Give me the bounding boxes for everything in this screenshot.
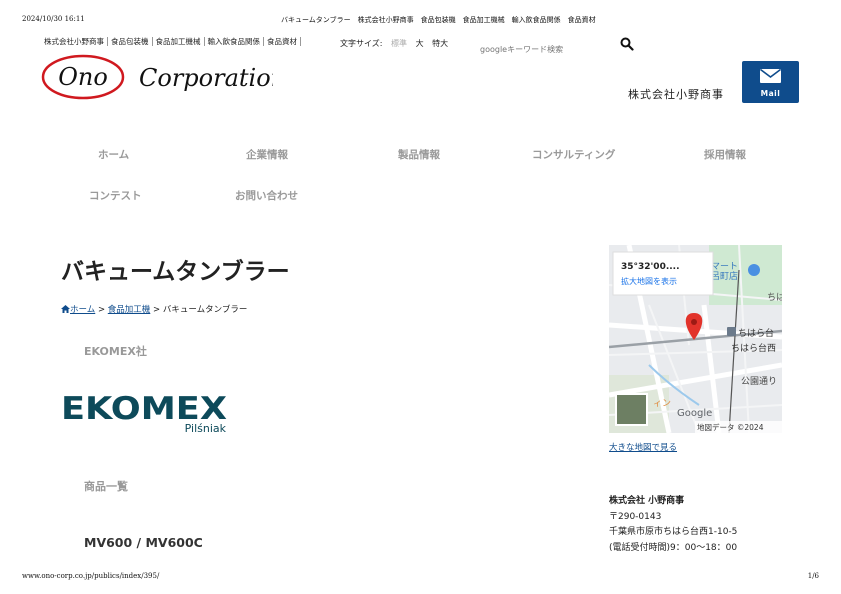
logo-word: Corporation: [139, 64, 273, 92]
search-input[interactable]: [478, 45, 612, 54]
nav-contact[interactable]: お問い合わせ: [235, 188, 298, 203]
top-links: 株式会社小野商事 食品包装機 食品加工機械 輸入飲食品関係 食品資材: [44, 37, 301, 46]
map-info-box: [612, 251, 714, 296]
map-label: ちはら台: [738, 327, 774, 339]
breadcrumb-sep: >: [153, 305, 161, 315]
view-larger-map-link[interactable]: 大きな地図で見る: [609, 441, 677, 453]
map-canvas[interactable]: マート 呂町店 ちは ちはら台 ちはら台西 公園通り ィン Google 地図デ…: [609, 245, 782, 433]
map-satellite-toggle[interactable]: [615, 393, 648, 426]
mail-label: Mail: [760, 89, 781, 98]
product-name[interactable]: MV600 / MV600C: [84, 535, 203, 550]
address-postal: 〒290-0143: [609, 511, 662, 522]
map-label: ィン: [653, 399, 671, 409]
page-title: バキュームタンブラー: [61, 259, 290, 285]
breadcrumb: ホーム > 食品加工機 > バキュームタンブラー: [61, 303, 247, 315]
print-url: www.ono-corp.co.jp/publics/index/395/: [22, 572, 160, 580]
address-block: 株式会社 小野商事 〒290-0143 千葉県市原市ちはら台西1-10-5 (電…: [609, 494, 737, 556]
font-size-switcher: 文字サイズ: 標準 大 特大: [340, 38, 448, 49]
map-enlarge-link[interactable]: 拡大地図を表示: [621, 276, 677, 286]
breadcrumb-sep: >: [97, 305, 106, 315]
product-list-heading: 商品一覧: [84, 480, 128, 493]
nav-recruit[interactable]: 採用情報: [704, 147, 746, 162]
address-street: 千葉県市原市ちはら台西1-10-5: [609, 527, 738, 537]
map-label: ちは: [767, 292, 782, 303]
nav-consulting[interactable]: コンサルティング: [532, 147, 615, 162]
maker-heading: EKOMEX社: [84, 345, 147, 358]
address-company: 株式会社 小野商事: [609, 496, 685, 506]
top-link-materials[interactable]: 食品資材: [264, 37, 301, 46]
top-link-company[interactable]: 株式会社小野商事: [44, 37, 108, 46]
map-embed[interactable]: マート 呂町店 ちは ちはら台 ちはら台西 公園通り ィン Google 地図デ…: [609, 245, 782, 433]
map-coords: 35°32'00....: [621, 262, 680, 272]
nav-home[interactable]: ホーム: [98, 147, 129, 162]
ekomex-sub: Pilśniak: [185, 422, 227, 434]
search-box: [478, 37, 638, 54]
breadcrumb-current: バキュームタンブラー: [162, 305, 248, 315]
map-label: 呂町店: [711, 270, 738, 282]
mail-button[interactable]: Mail: [742, 61, 799, 103]
logo-mark: Ono: [58, 63, 108, 91]
map-label: マート: [711, 262, 738, 272]
map-label: 公園通り: [741, 376, 777, 387]
top-link-packaging[interactable]: 食品包装機: [108, 37, 153, 46]
font-size-xlarge[interactable]: 特大: [432, 39, 448, 48]
print-page-number: 1/6: [807, 572, 819, 580]
breadcrumb-home[interactable]: ホーム: [70, 305, 95, 315]
print-title: バキュームタンブラー 株式会社小野商事 食品包装機 食品加工機械 輸入飲食品関係…: [281, 16, 596, 24]
nav-company[interactable]: 企業情報: [246, 147, 288, 162]
ekomex-logo: EKOMEX Pilśniak: [61, 391, 227, 434]
home-icon: [61, 305, 70, 313]
company-name: 株式会社小野商事: [628, 88, 724, 101]
font-size-label: 文字サイズ:: [340, 39, 383, 48]
font-size-standard[interactable]: 標準: [391, 39, 407, 48]
print-datetime: 2024/10/30 16:11: [22, 15, 85, 23]
address-hours: (電話受付時間)9：00〜18：00: [609, 542, 738, 553]
nav-contest[interactable]: コンテスト: [89, 188, 142, 203]
google-logo: Google: [677, 408, 712, 419]
mail-icon: [760, 68, 781, 83]
map-attribution: 地図データ ©2024: [697, 422, 764, 432]
font-size-large[interactable]: 大: [416, 39, 424, 48]
company-logo[interactable]: Ono Corporation: [41, 54, 273, 102]
search-icon[interactable]: [620, 37, 634, 51]
top-link-processing[interactable]: 食品加工機械: [153, 37, 205, 46]
breadcrumb-parent[interactable]: 食品加工機: [108, 305, 151, 315]
map-label: ちはら台西: [731, 342, 776, 354]
top-link-import[interactable]: 輸入飲食品関係: [205, 37, 264, 46]
nav-products[interactable]: 製品情報: [398, 147, 440, 162]
